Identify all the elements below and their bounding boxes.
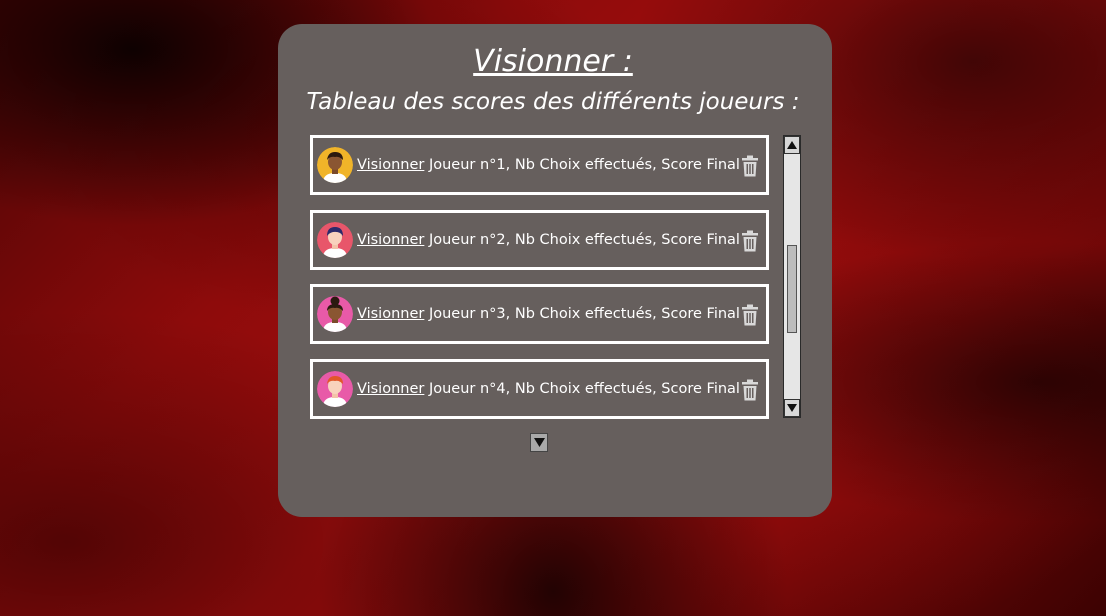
scrollbar-thumb[interactable] [787,245,797,333]
player-info: Joueur n°2, Nb Choix effectués, Score Fi… [424,232,740,248]
player-row-text: Visionner Joueur n°3, Nb Choix effectués… [357,287,740,341]
view-link[interactable]: Visionner [357,232,424,248]
view-link[interactable]: Visionner [357,306,424,322]
trash-icon[interactable] [740,379,760,401]
player-row-1: Visionner Joueur n°1, Nb Choix effectués… [310,135,769,195]
trash-icon[interactable] [740,155,760,177]
woman-bun-avatar-icon [317,296,353,332]
scroll-down-button[interactable] [784,399,800,417]
scroll-up-button[interactable] [784,136,800,154]
man-avatar-icon [317,147,353,183]
player-row-text: Visionner Joueur n°2, Nb Choix effectués… [357,213,740,267]
trash-icon[interactable] [740,230,760,252]
expand-button[interactable] [530,433,548,452]
man-redhair-avatar-icon [317,371,353,407]
player-row-text: Visionner Joueur n°4, Nb Choix effectués… [357,362,740,416]
triangle-down-icon [533,438,545,447]
player-info: Joueur n°1, Nb Choix effectués, Score Fi… [424,157,740,173]
player-row-3: Visionner Joueur n°3, Nb Choix effectués… [310,284,769,344]
player-row-text: Visionner Joueur n°1, Nb Choix effectués… [357,138,740,192]
view-link[interactable]: Visionner [357,381,424,397]
list-scrollbar[interactable] [783,135,801,418]
player-info: Joueur n°4, Nb Choix effectués, Score Fi… [424,381,740,397]
player-row-4: Visionner Joueur n°4, Nb Choix effectués… [310,359,769,419]
player-row-2: Visionner Joueur n°2, Nb Choix effectués… [310,210,769,270]
triangle-down-icon [787,404,797,412]
view-link[interactable]: Visionner [357,157,424,173]
woman-avatar-icon [317,222,353,258]
page-title: Visionner : [473,44,633,79]
page-subtitle: Tableau des scores des différents joueur… [306,89,800,115]
trash-icon[interactable] [740,304,760,326]
triangle-up-icon [787,141,797,149]
player-info: Joueur n°3, Nb Choix effectués, Score Fi… [424,306,740,322]
